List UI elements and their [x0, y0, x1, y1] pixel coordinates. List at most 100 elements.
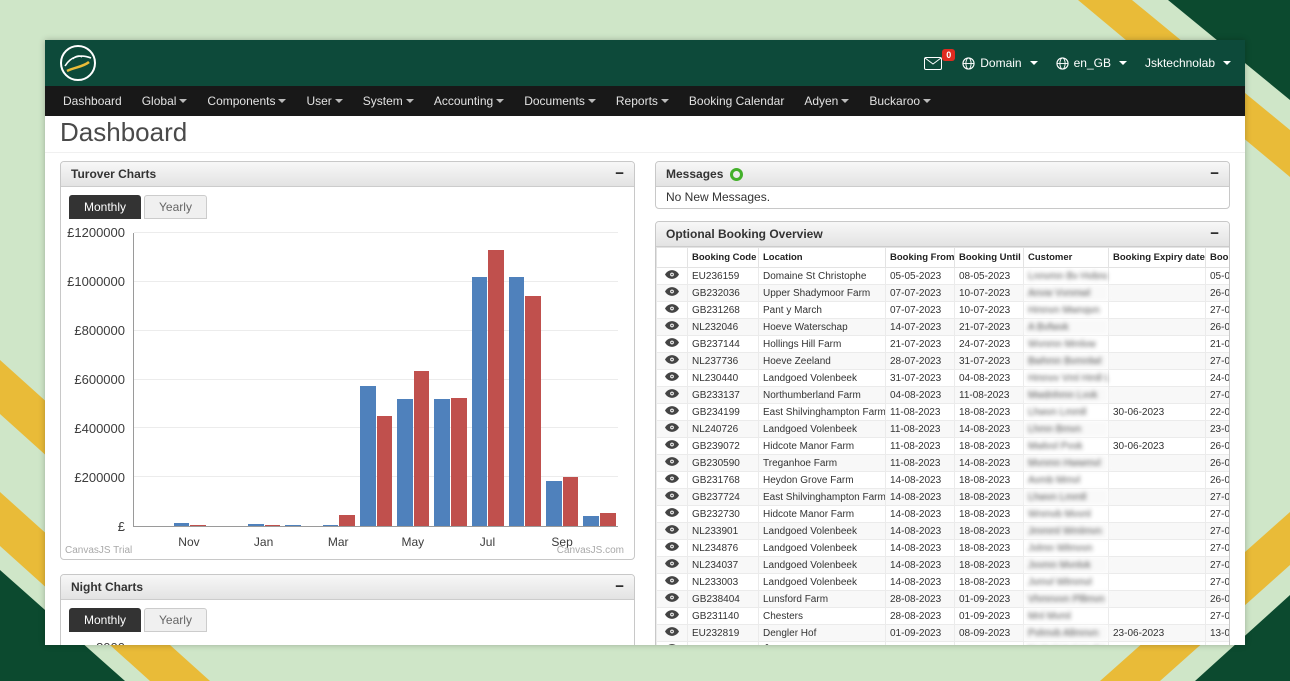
view-booking-button[interactable]: [657, 387, 688, 404]
booking-expiry: [1109, 489, 1206, 506]
booking-customer: Lhwvn Lmmll: [1024, 489, 1109, 506]
view-booking-button[interactable]: [657, 353, 688, 370]
view-booking-button[interactable]: [657, 455, 688, 472]
nav-item-label: Reports: [616, 94, 658, 108]
view-booking-button[interactable]: [657, 523, 688, 540]
bar-group-9-jul: [469, 233, 506, 526]
bar-group-11-sep: [544, 233, 581, 526]
chevron-down-icon: [588, 99, 596, 103]
nav-item-documents[interactable]: Documents: [514, 85, 606, 117]
nav-item-dashboard[interactable]: Dashboard: [53, 85, 132, 117]
mail-button[interactable]: 0: [924, 57, 942, 70]
turnover-charts-panel: Turover Charts − MonthlyYearly NovJanMar…: [60, 161, 635, 560]
chevron-down-icon: [335, 99, 343, 103]
eye-icon: [665, 440, 679, 449]
panel-title: Turover Charts: [71, 167, 156, 181]
eye-icon: [665, 423, 679, 432]
night-tab-yearly[interactable]: Yearly: [144, 608, 207, 632]
chevron-down-icon: [278, 99, 286, 103]
col-booking-until: Booking Until: [955, 248, 1024, 268]
view-booking-button[interactable]: [657, 404, 688, 421]
booking-customer: Mwdnhmn Lvvk: [1024, 387, 1109, 404]
booking-expiry: [1109, 387, 1206, 404]
booking-expiry: [1109, 370, 1206, 387]
collapse-button[interactable]: −: [1210, 168, 1219, 180]
booking-expiry: 23-06-2023: [1109, 625, 1206, 642]
booking-code: NL234037: [688, 557, 759, 574]
y-axis-label: £800000: [63, 324, 125, 338]
table-row: GB237144Hollings Hill Farm21-07-202324-0…: [657, 336, 1231, 353]
booking-created: 27-06-2023: [1206, 353, 1231, 370]
table-row: NL234876Landgoed Volenbeek14-08-202318-0…: [657, 540, 1231, 557]
table-row: EU236159Domaine St Christophe05-05-20230…: [657, 268, 1231, 285]
y-axis-label: 8000: [63, 640, 125, 645]
view-booking-button[interactable]: [657, 336, 688, 353]
booking-created: 27-06-2023: [1206, 506, 1231, 523]
panel-title: Optional Booking Overview: [666, 227, 823, 241]
view-booking-button[interactable]: [657, 489, 688, 506]
booking-location: Pant y March: [759, 302, 886, 319]
table-row: NL232046Hoeve Waterschap14-07-202321-07-…: [657, 319, 1231, 336]
eye-icon: [665, 559, 679, 568]
view-booking-button[interactable]: [657, 421, 688, 438]
view-booking-button[interactable]: [657, 506, 688, 523]
night-tab-monthly[interactable]: Monthly: [69, 608, 141, 632]
nav-item-system[interactable]: System: [353, 85, 424, 117]
eye-icon: [665, 644, 679, 645]
view-booking-button[interactable]: [657, 591, 688, 608]
nav-item-global[interactable]: Global: [132, 85, 198, 117]
booking-from: 28-07-2023: [886, 353, 955, 370]
collapse-button[interactable]: −: [1210, 228, 1219, 240]
nav-item-booking-calendar[interactable]: Booking Calendar: [679, 85, 794, 117]
view-booking-button[interactable]: [657, 557, 688, 574]
booking-expiry: [1109, 285, 1206, 302]
booking-overview-panel: Optional Booking Overview − Booking Code…: [655, 221, 1230, 645]
booking-code: NL232046: [688, 319, 759, 336]
view-booking-button[interactable]: [657, 540, 688, 557]
booking-created: 27-06-2023: [1206, 523, 1231, 540]
booking-expiry: [1109, 591, 1206, 608]
nav-item-adyen[interactable]: Adyen: [794, 85, 859, 117]
view-booking-button[interactable]: [657, 438, 688, 455]
collapse-button[interactable]: −: [615, 168, 624, 180]
view-booking-button[interactable]: [657, 319, 688, 336]
topbar-menu-en-gb[interactable]: en_GB: [1056, 56, 1127, 70]
bar-series-blue: [360, 386, 376, 526]
view-booking-button[interactable]: [657, 625, 688, 642]
turnover-tab-monthly[interactable]: Monthly: [69, 195, 141, 219]
logo[interactable]: [59, 44, 97, 82]
view-booking-button[interactable]: [657, 472, 688, 489]
booking-created: 26-06-2023: [1206, 438, 1231, 455]
nav-item-buckaroo[interactable]: Buckaroo: [859, 85, 941, 117]
x-axis-label: Jul: [469, 535, 506, 553]
bar-series-blue: [434, 399, 450, 526]
topbar-menu-domain[interactable]: Domain: [962, 56, 1037, 70]
view-booking-button[interactable]: [657, 370, 688, 387]
dashboard-columns: Turover Charts − MonthlyYearly NovJanMar…: [45, 153, 1245, 645]
view-booking-button[interactable]: [657, 302, 688, 319]
booking-from: 11-08-2023: [886, 421, 955, 438]
booking-from: 14-08-2023: [886, 523, 955, 540]
view-booking-button[interactable]: [657, 574, 688, 591]
view-booking-button[interactable]: [657, 608, 688, 625]
nav-item-accounting[interactable]: Accounting: [424, 85, 514, 117]
view-booking-button[interactable]: [657, 268, 688, 285]
booking-from: 07-07-2023: [886, 285, 955, 302]
booking-until: 18-08-2023: [955, 557, 1024, 574]
booking-location: Dengler Hof: [759, 625, 886, 642]
nav-item-user[interactable]: User: [296, 85, 352, 117]
nav-item-reports[interactable]: Reports: [606, 85, 679, 117]
nav-item-label: Components: [207, 94, 275, 108]
table-row: NL238040Ô manoir de Glams04-09-202311-09…: [657, 642, 1231, 646]
booking-customer: Lhwvn Lmmll: [1024, 404, 1109, 421]
topbar-menu-jsktechnolab[interactable]: Jsktechnolab: [1145, 56, 1231, 70]
collapse-button[interactable]: −: [615, 581, 624, 593]
view-booking-button[interactable]: [657, 642, 688, 646]
view-booking-button[interactable]: [657, 285, 688, 302]
y-axis-label: £600000: [63, 373, 125, 387]
x-axis-label: [208, 535, 245, 553]
topbar-menu-label: Jsktechnolab: [1145, 56, 1215, 70]
turnover-tab-yearly[interactable]: Yearly: [144, 195, 207, 219]
nav-item-components[interactable]: Components: [197, 85, 296, 117]
canvasjs-link[interactable]: CanvasJS.com: [557, 545, 624, 556]
